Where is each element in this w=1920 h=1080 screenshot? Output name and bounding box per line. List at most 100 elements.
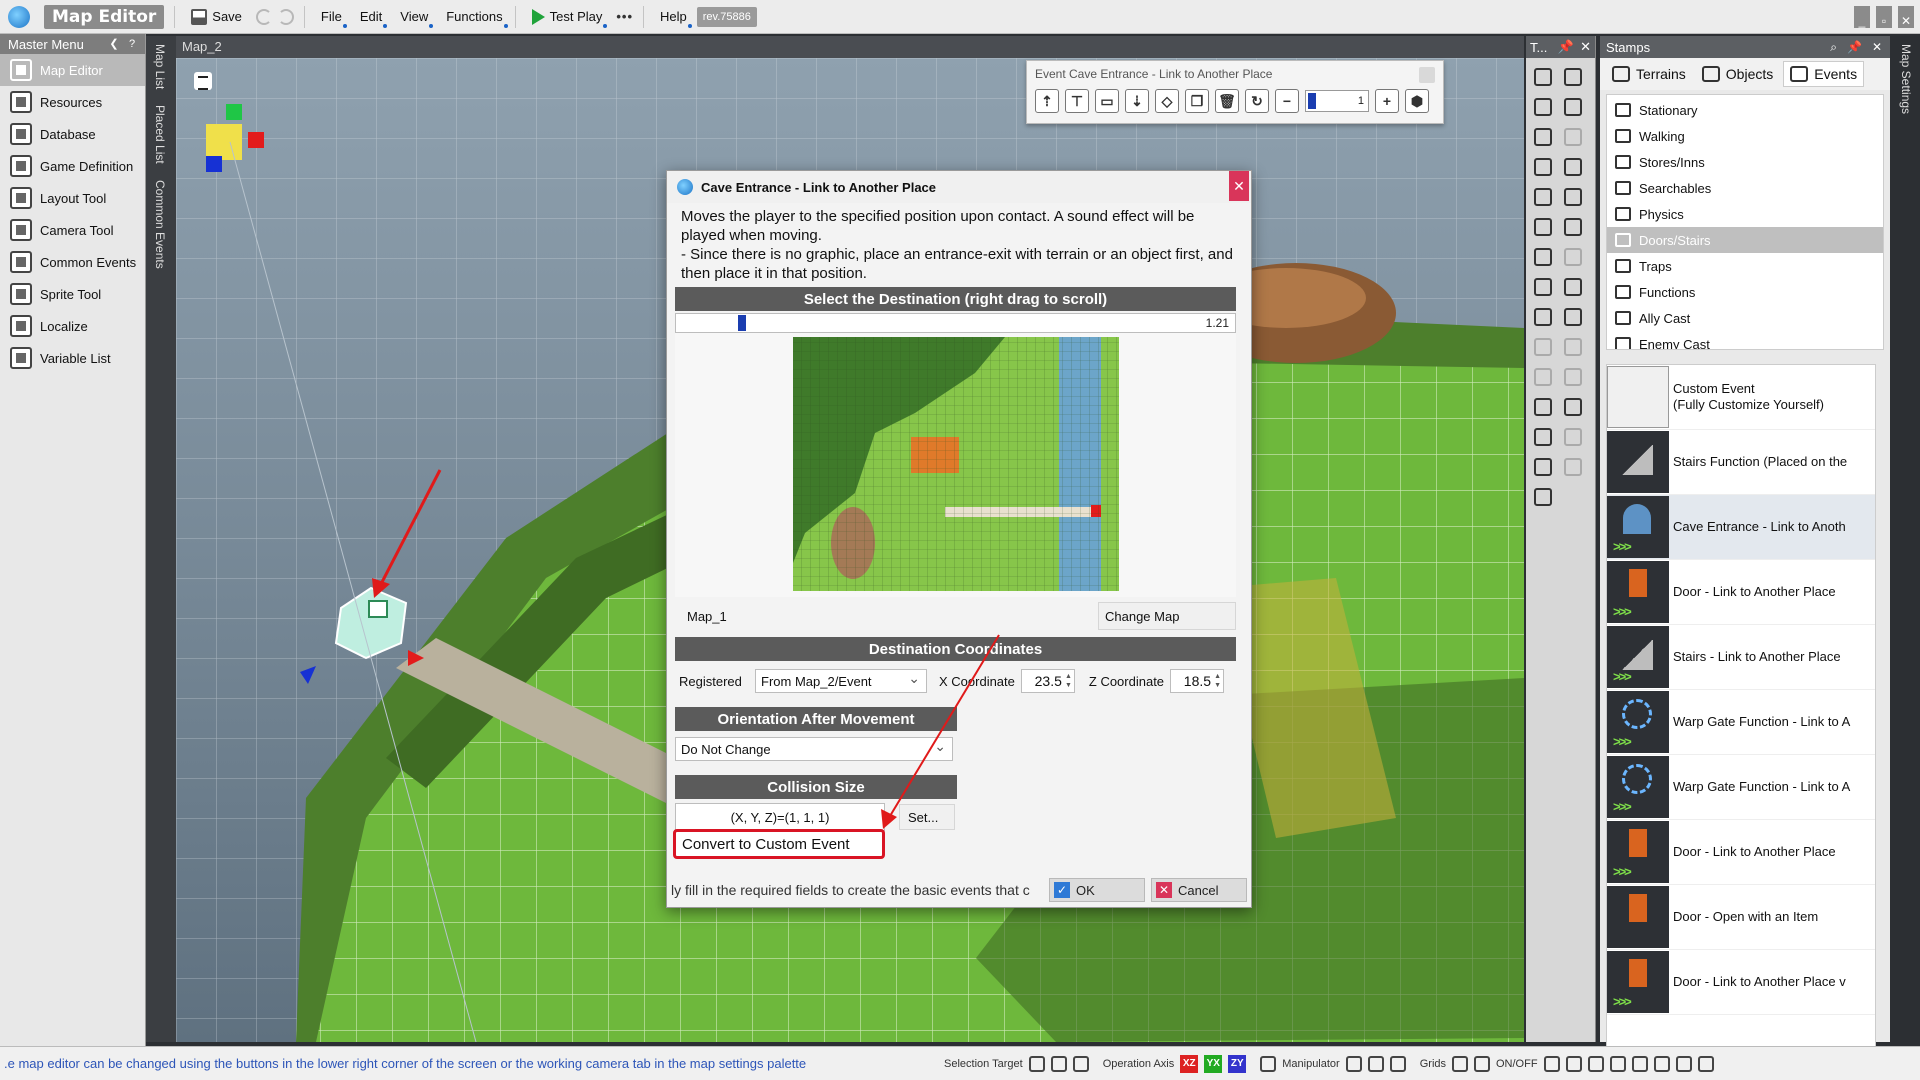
copy-icon[interactable]: ❐ xyxy=(1185,89,1209,113)
category-item[interactable]: Walking xyxy=(1607,123,1883,149)
select-terrain-icon[interactable] xyxy=(1028,1055,1045,1072)
pin-icon[interactable]: 📌 xyxy=(1847,40,1862,55)
category-item[interactable]: Traps xyxy=(1607,253,1883,279)
axis-gizmo[interactable] xyxy=(206,124,242,160)
erase-icon[interactable]: ◇ xyxy=(1155,89,1179,113)
stamp-item[interactable]: >>> Stairs - Link to Another Place xyxy=(1607,625,1875,690)
stamp-item[interactable]: >>> Warp Gate Function - Link to A xyxy=(1607,690,1875,755)
tab-placed-list[interactable]: Placed List xyxy=(146,97,174,172)
minimap-svg[interactable] xyxy=(675,333,1237,597)
fill-icon[interactable] xyxy=(1559,152,1587,182)
rotate-ccw-icon[interactable] xyxy=(1559,302,1587,332)
light-icon[interactable] xyxy=(1609,1055,1626,1072)
rotate-icon[interactable] xyxy=(1529,302,1557,332)
tab-common-events[interactable]: Common Events xyxy=(146,172,174,277)
destination-minimap[interactable] xyxy=(675,333,1236,597)
grid-select-icon[interactable] xyxy=(1559,92,1587,122)
raise-icon[interactable] xyxy=(1529,272,1557,302)
category-item[interactable]: Enemy Cast xyxy=(1607,331,1883,349)
paint-bucket-icon[interactable] xyxy=(1529,122,1557,152)
floor-icon[interactable]: ▭ xyxy=(1095,89,1119,113)
lasso-icon[interactable] xyxy=(1529,92,1557,122)
zoom-slider-handle[interactable] xyxy=(738,315,746,331)
change-map-button[interactable]: Change Map xyxy=(1098,602,1236,630)
move-icon[interactable] xyxy=(1529,392,1557,422)
stamp-item[interactable]: Custom Event (Fully Customize Yourself) xyxy=(1607,365,1875,430)
stamp-item-selected[interactable]: >>> Cave Entrance - Link to Anoth xyxy=(1607,495,1875,560)
category-item[interactable]: Searchables xyxy=(1607,175,1883,201)
help-icon[interactable]: ? xyxy=(125,37,139,51)
globe-icon[interactable] xyxy=(1631,1055,1648,1072)
pointer-icon[interactable] xyxy=(1559,62,1587,92)
plus-icon[interactable]: + xyxy=(1375,89,1399,113)
axis-yx-button[interactable]: YX xyxy=(1204,1054,1223,1073)
z-coordinate-input[interactable]: 18.5 xyxy=(1170,669,1225,693)
category-item[interactable]: Stores/Inns xyxy=(1607,149,1883,175)
master-item-map-editor[interactable]: Map Editor xyxy=(0,54,145,86)
save-button[interactable]: Save xyxy=(189,4,244,30)
search-icon[interactable]: ⌕ xyxy=(1830,40,1837,55)
menu-view[interactable]: View xyxy=(398,4,434,30)
axis-xz-button[interactable]: XZ xyxy=(1180,1054,1199,1073)
close-icon[interactable]: ✕ xyxy=(1898,5,1914,28)
map-settings-tab[interactable]: Map Settings xyxy=(1892,36,1920,136)
fog-icon[interactable] xyxy=(1653,1055,1670,1072)
grid-magnet-icon[interactable] xyxy=(1452,1055,1468,1072)
category-item[interactable]: Functions xyxy=(1607,279,1883,305)
stamp-item[interactable]: >>> Warp Gate Function - Link to A xyxy=(1607,755,1875,820)
axis-zy-button[interactable]: ZY xyxy=(1228,1054,1247,1073)
tab-events[interactable]: Events xyxy=(1783,61,1865,87)
tab-objects[interactable]: Objects xyxy=(1696,62,1779,86)
dialog-close-icon[interactable]: ✕ xyxy=(1229,171,1249,201)
stamp-item[interactable]: >>> Door - Link to Another Place xyxy=(1607,820,1875,885)
cancel-button[interactable]: ✕ Cancel xyxy=(1151,878,1247,902)
raise-icon[interactable]: ⇡ xyxy=(1035,89,1059,113)
grid-toggle-icon[interactable] xyxy=(1543,1055,1560,1072)
eyedropper-icon[interactable] xyxy=(1559,182,1587,212)
master-item-game-definition[interactable]: Game Definition xyxy=(0,150,145,182)
master-item-localize[interactable]: Localize xyxy=(0,310,145,342)
menu-functions[interactable]: Functions xyxy=(444,4,509,30)
layer-icon[interactable] xyxy=(1565,1055,1582,1072)
layer-slider[interactable]: 1 xyxy=(1305,90,1369,112)
close-icon[interactable]: ✕ xyxy=(1872,40,1882,55)
delete-icon[interactable]: 🗑 xyxy=(1215,89,1239,113)
tab-map-list[interactable]: Map List xyxy=(146,36,174,97)
master-item-variable-list[interactable]: Variable List xyxy=(0,342,145,374)
category-item[interactable]: Stationary xyxy=(1607,97,1883,123)
move-icon[interactable] xyxy=(1345,1055,1362,1072)
category-item[interactable]: Ally Cast xyxy=(1607,305,1883,331)
restore-icon[interactable]: ▫ xyxy=(1876,5,1892,28)
align-icon[interactable] xyxy=(1559,392,1587,422)
home-icon[interactable] xyxy=(1529,242,1557,272)
lower-icon[interactable] xyxy=(1559,272,1587,302)
master-item-sprite-tool[interactable]: Sprite Tool xyxy=(0,278,145,310)
eraser-icon[interactable] xyxy=(1529,182,1557,212)
category-item[interactable]: Physics xyxy=(1607,201,1883,227)
stamp-item[interactable]: Stairs Function (Placed on the xyxy=(1607,430,1875,495)
pencil-icon[interactable] xyxy=(1529,152,1557,182)
minus-icon[interactable]: − xyxy=(1275,89,1299,113)
master-item-database[interactable]: Database xyxy=(0,118,145,150)
rotate-icon[interactable]: ↻ xyxy=(1245,89,1269,113)
menu-file[interactable]: File xyxy=(319,4,347,30)
event-toolbar-close-icon[interactable] xyxy=(1419,67,1435,83)
stamp-item[interactable]: >>> Door - Link to Another Place xyxy=(1607,560,1875,625)
stamp-icon[interactable]: ⬢ xyxy=(1405,89,1429,113)
master-item-resources[interactable]: Resources xyxy=(0,86,145,118)
zoom-slider[interactable]: 1.21 xyxy=(675,313,1236,333)
more-menu-button[interactable]: ••• xyxy=(616,9,633,24)
smudge-icon[interactable] xyxy=(1559,212,1587,242)
particle-icon[interactable] xyxy=(1675,1055,1692,1072)
master-item-layout-tool[interactable]: Layout Tool xyxy=(0,182,145,214)
list-icon[interactable] xyxy=(194,72,212,90)
select-rect-icon[interactable] xyxy=(1529,62,1557,92)
brush-icon[interactable] xyxy=(1529,212,1557,242)
camera-icon[interactable] xyxy=(1587,1055,1604,1072)
stamp-item[interactable]: >>> Door - Link to Another Place v xyxy=(1607,950,1875,1015)
collapse-icon[interactable]: ❮ xyxy=(107,37,121,51)
pin-icon[interactable]: 📌 xyxy=(1558,39,1574,55)
select-event-icon[interactable] xyxy=(1072,1055,1089,1072)
redo-icon[interactable] xyxy=(277,8,294,25)
test-play-button[interactable]: Test Play xyxy=(530,4,608,30)
